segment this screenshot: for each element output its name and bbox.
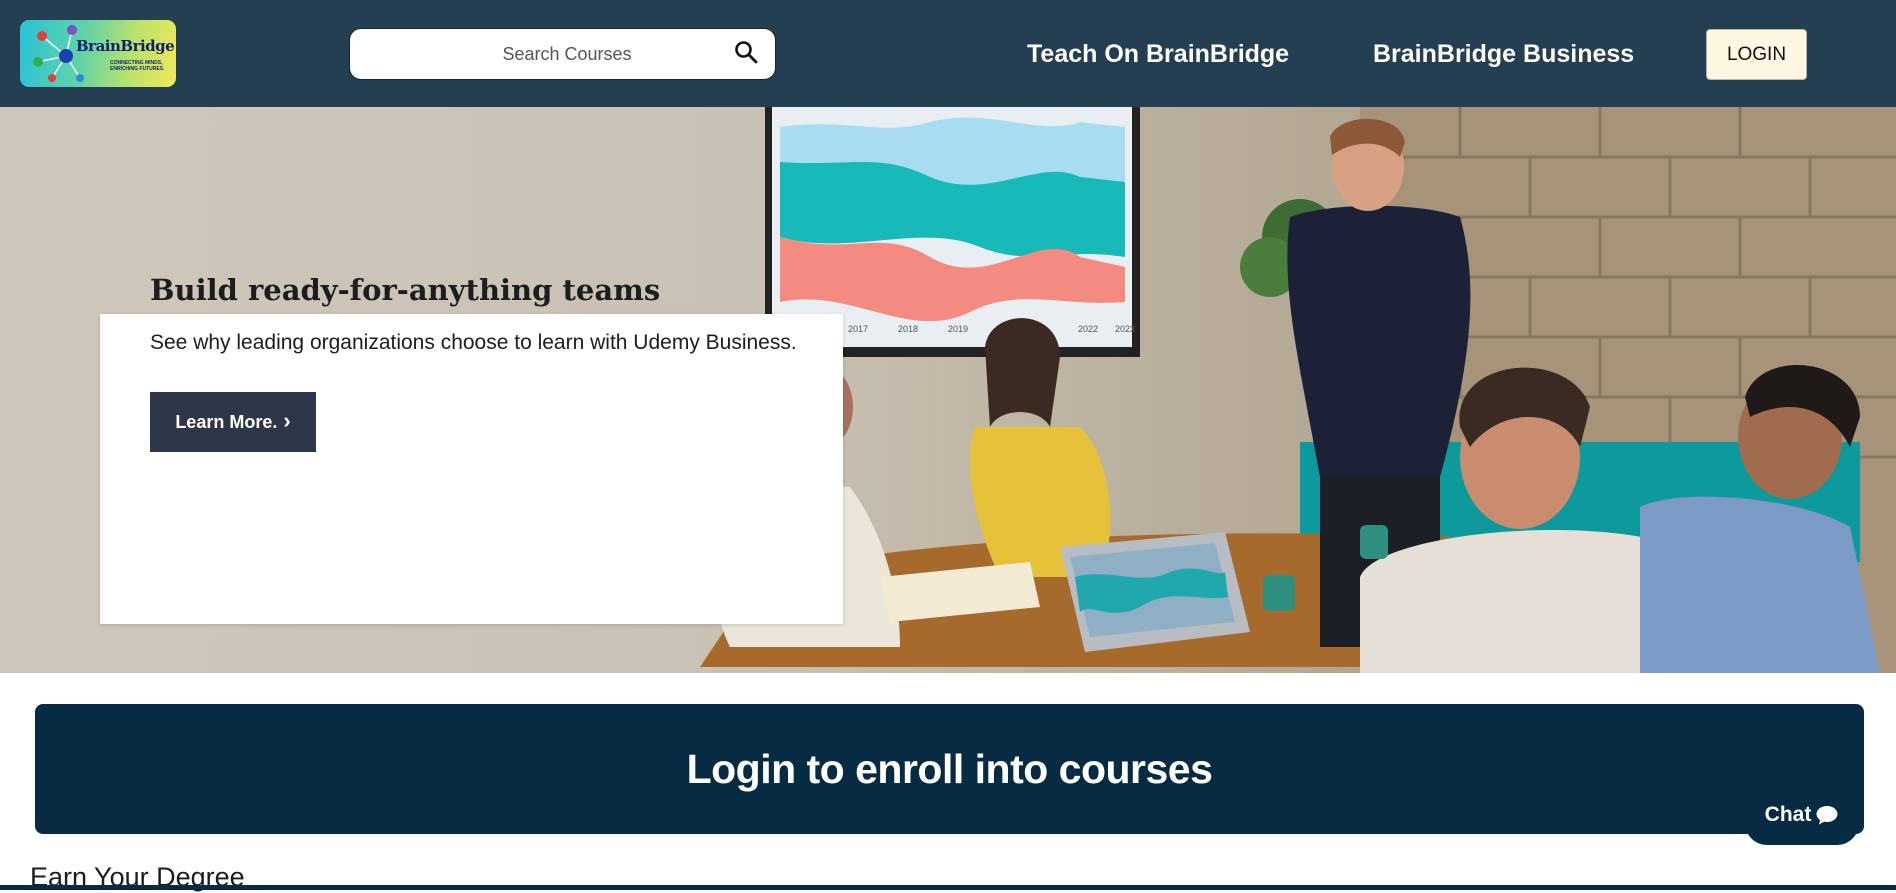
chat-button[interactable]: Chat [1745, 785, 1859, 845]
screen-year-label: 2018 [898, 324, 918, 334]
logo-wordmark: BrainBridge [76, 37, 175, 55]
brainbridge-business-link[interactable]: BrainBridge Business [1373, 40, 1634, 69]
logo-tagline: CONNECTING MINDS, ENRICHING FUTURES. [110, 60, 165, 72]
search-icon[interactable] [733, 39, 759, 65]
login-to-enroll-banner[interactable]: Login to enroll into courses [35, 704, 1864, 834]
network-logo-icon [33, 25, 84, 82]
screen-year-label: 2023 [1115, 324, 1135, 334]
search-bar [349, 28, 776, 80]
brainbridge-logo[interactable]: BrainBridge CONNECTING MINDS, ENRICHING … [20, 20, 176, 87]
hero-banner: 2017 2018 2019 2021 2022 2023 [0, 107, 1896, 673]
top-navbar: BrainBridge CONNECTING MINDS, ENRICHING … [0, 0, 1896, 107]
hero-title: Build ready-for-anything teams [150, 273, 661, 307]
learn-more-label: Learn More. [175, 411, 278, 432]
chevron-right-icon: › [283, 407, 291, 433]
chat-bubble-icon [1816, 806, 1838, 825]
search-input[interactable] [352, 31, 722, 77]
hero-subtitle: See why leading organizations choose to … [150, 331, 797, 354]
screen-year-label: 2022 [1078, 324, 1098, 334]
teach-on-brainbridge-link[interactable]: Teach On BrainBridge [1027, 40, 1289, 69]
learn-more-button[interactable]: Learn More. › [150, 392, 316, 452]
chat-label: Chat [1764, 803, 1812, 826]
screen-year-label: 2017 [848, 324, 868, 334]
screen-year-label: 2019 [948, 324, 968, 334]
banner-text: Login to enroll into courses [686, 745, 1213, 792]
login-button[interactable]: LOGIN [1706, 29, 1807, 80]
bottom-edge-bar [0, 885, 1896, 890]
hero-card [100, 314, 843, 624]
